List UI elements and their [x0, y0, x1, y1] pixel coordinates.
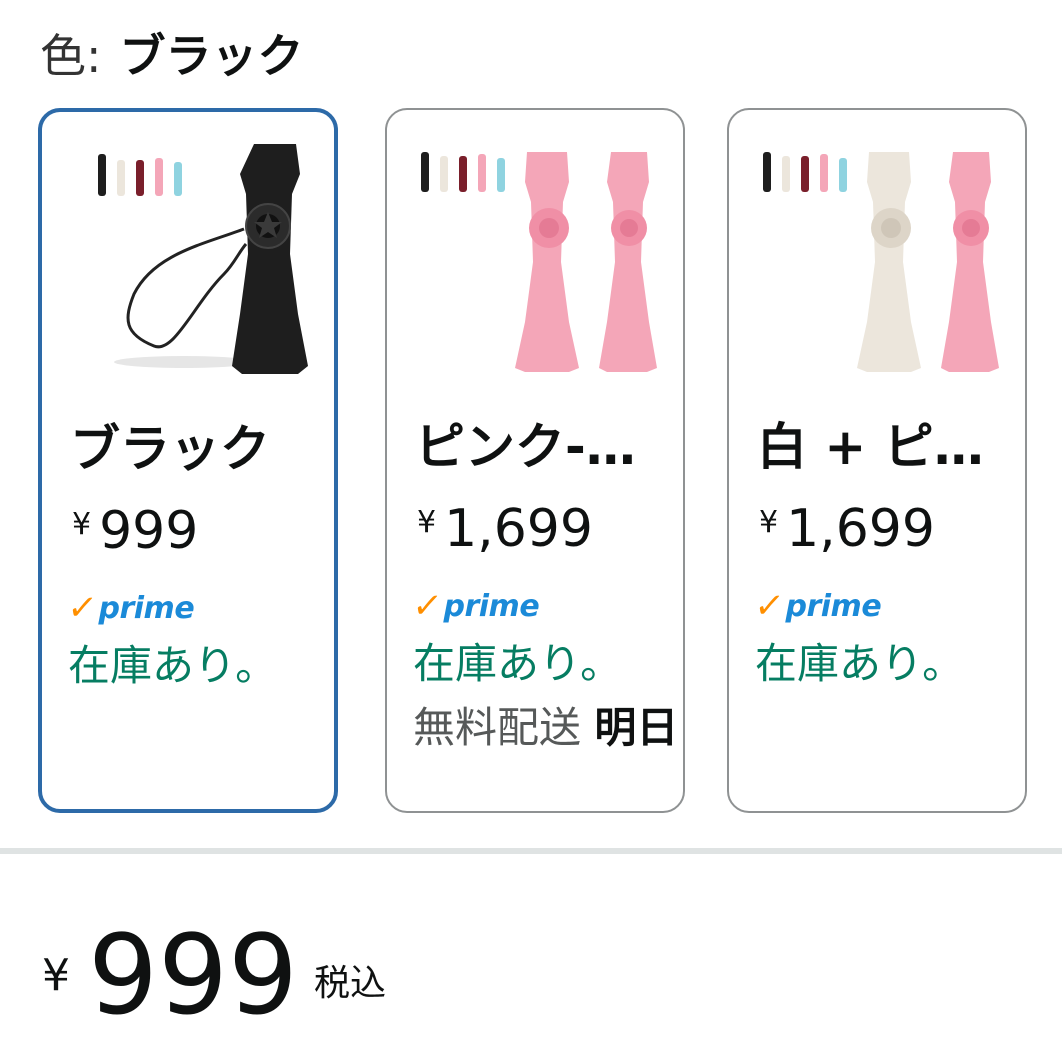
shipping-date: 明日 — [594, 703, 679, 752]
tax-included-label: 税込 — [314, 963, 387, 1004]
variant-name: 白 + ピ… — [757, 418, 984, 476]
variant-price-value: 999 — [99, 501, 199, 561]
yen-symbol: ¥ — [417, 505, 437, 540]
stock-status: 在庫あり。 — [68, 641, 278, 690]
variant-card-black[interactable]: ブラック ¥999 ✓ prime 在庫あり。 — [38, 108, 338, 813]
pink-kazoo-pair-image — [421, 152, 657, 372]
prime-label: prime — [785, 588, 882, 624]
prime-check-icon: ✓ — [65, 588, 100, 628]
selected-color-value: ブラック — [119, 29, 304, 83]
prime-check-icon: ✓ — [410, 586, 445, 626]
stock-status: 在庫あり。 — [755, 639, 965, 688]
prime-label: prime — [98, 590, 195, 626]
price-summary-amount: 999 — [88, 911, 298, 1039]
variant-price-value: 1,699 — [444, 499, 593, 559]
color-swatches-icon — [421, 152, 505, 192]
prime-badge: ✓ prime — [752, 586, 882, 626]
variant-price-value: 1,699 — [786, 499, 935, 559]
section-divider — [0, 848, 1062, 854]
yen-symbol: ¥ — [759, 505, 779, 540]
color-swatches-icon — [98, 154, 182, 196]
variant-name: ブラック — [70, 420, 270, 478]
stock-status: 在庫あり。 — [413, 639, 623, 688]
variant-price: ¥999 — [72, 490, 198, 566]
prime-badge: ✓ prime — [410, 586, 540, 626]
yen-symbol: ¥ — [72, 507, 92, 542]
color-label: 色: — [40, 29, 102, 83]
color-selector-label: 色: ブラック — [40, 26, 304, 86]
variant-name: ピンク-… — [415, 418, 636, 476]
shipping-label: 無料配送 — [413, 703, 582, 752]
variant-card-pink[interactable]: ピンク-… ¥1,699 ✓ prime 在庫あり。 無料配送 明日 — [385, 108, 685, 813]
variant-price: ¥1,699 — [759, 488, 935, 564]
black-kazoo-image — [98, 144, 308, 374]
prime-label: prime — [443, 588, 540, 624]
variant-card-white-pink[interactable]: 白 + ピ… ¥1,699 ✓ prime 在庫あり。 — [727, 108, 1027, 813]
prime-badge: ✓ prime — [65, 588, 195, 628]
variant-price: ¥1,699 — [417, 488, 593, 564]
color-swatches-icon — [763, 152, 847, 192]
price-summary-yen: ¥ — [42, 950, 70, 1001]
shipping-info: 無料配送 明日 — [413, 698, 678, 758]
prime-check-icon: ✓ — [752, 586, 787, 626]
white-pink-kazoo-pair-image — [763, 152, 999, 372]
